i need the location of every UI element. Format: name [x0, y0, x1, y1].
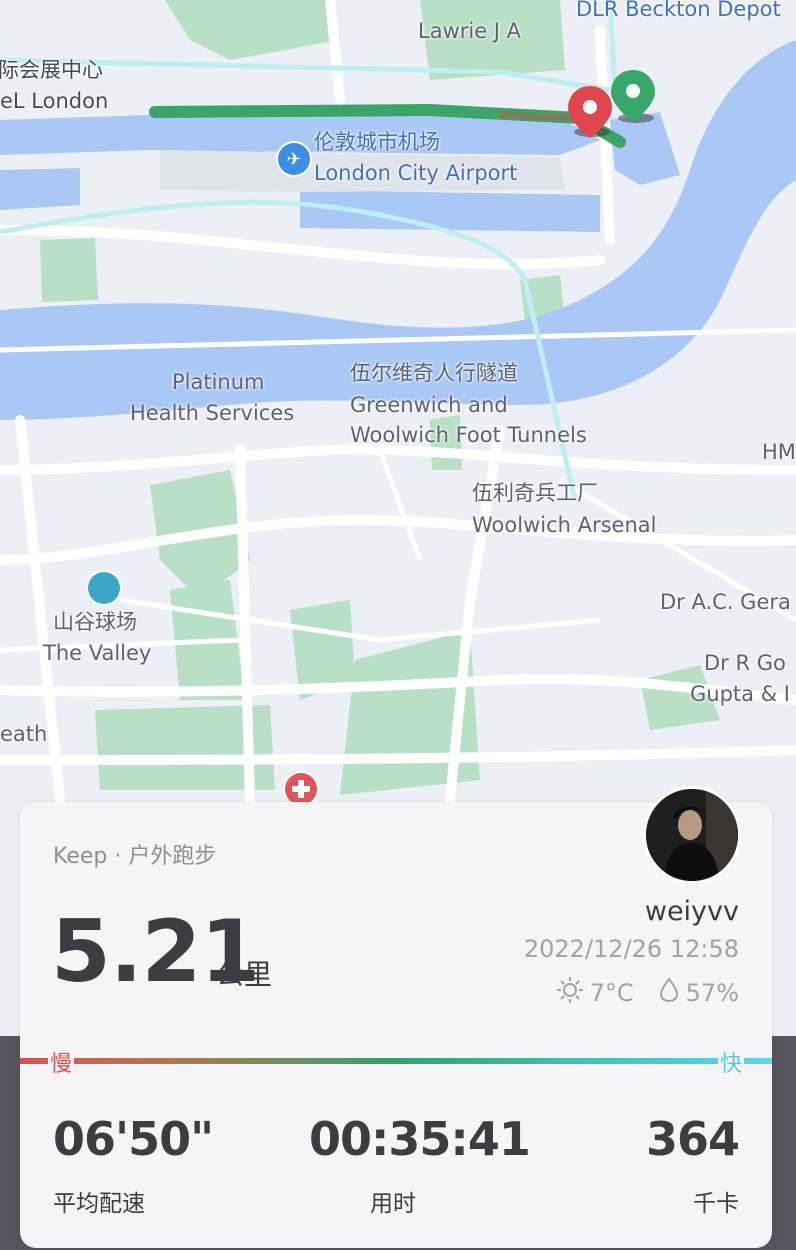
pace-slow-label: 慢 — [48, 1046, 75, 1078]
map-label-valley-en: The Valley — [43, 641, 152, 665]
weather-info: 7°C 57% — [556, 976, 739, 1010]
map-label-dr-ac: Dr A.C. Gera — [660, 590, 791, 614]
temperature: 7°C — [589, 979, 634, 1007]
map-label-platinum-1: Platinum — [172, 370, 265, 394]
humidity: 57% — [685, 979, 739, 1007]
run-summary-card: Keep · 户外跑步 5.21 公里 weiyvv 2022/12/26 12… — [20, 786, 772, 1248]
avg-pace-label: 平均配速 — [53, 1191, 145, 1217]
map-label-arsenal-en: Woolwich Arsenal — [472, 513, 657, 537]
stadium-icon[interactable] — [88, 572, 120, 604]
map-label-beckton: DLR Beckton Depot — [576, 0, 781, 21]
map-label-tunnel-cn: 伍尔维奇人行隧道 — [350, 361, 518, 385]
hospital-icon[interactable] — [285, 773, 317, 805]
map-label-excel-cn: 际会展中心 — [0, 58, 103, 82]
duration-value: 00:35:41 — [309, 1112, 531, 1166]
map-label-heath: eath — [0, 722, 48, 746]
map-label-airport-en: London City Airport — [314, 161, 518, 185]
activity-datetime: 2022/12/26 12:58 — [523, 935, 739, 963]
map-label-airport-cn: 伦敦城市机场 — [314, 130, 440, 154]
pace-gradient-bar — [20, 1058, 772, 1064]
map-label-excel-en: eL London — [0, 89, 109, 113]
distance-unit: 公里 — [216, 958, 273, 991]
calories-label: 千卡 — [693, 1191, 739, 1217]
map-label-dr-r2: Gupta & I — [690, 682, 790, 706]
calories-value: 364 — [645, 1112, 740, 1166]
map-label-lawrie: Lawrie J A — [418, 19, 522, 43]
sun-icon — [556, 976, 584, 1010]
duration-label: 用时 — [370, 1191, 416, 1217]
avatar[interactable] — [643, 786, 741, 884]
username[interactable]: weiyvv — [645, 896, 739, 927]
pace-fast-label: 快 — [717, 1046, 744, 1078]
map-label-platinum-2: Health Services — [130, 401, 295, 425]
map-label-dr-r1: Dr R Go — [704, 651, 786, 675]
avg-pace-value: 06'50" — [53, 1112, 214, 1166]
droplet-icon — [658, 977, 680, 1009]
map-label-valley-cn: 山谷球场 — [53, 610, 137, 634]
map-label-tunnel-en1: Greenwich and — [350, 393, 508, 417]
map-label-tunnel-en2: Woolwich Foot Tunnels — [350, 423, 587, 447]
map-label-arsenal-cn: 伍利奇兵工厂 — [472, 481, 598, 505]
airport-icon[interactable]: ✈ — [278, 143, 310, 175]
activity-source: Keep · 户外跑步 — [53, 844, 217, 869]
map-label-hm: HM — [762, 440, 796, 464]
